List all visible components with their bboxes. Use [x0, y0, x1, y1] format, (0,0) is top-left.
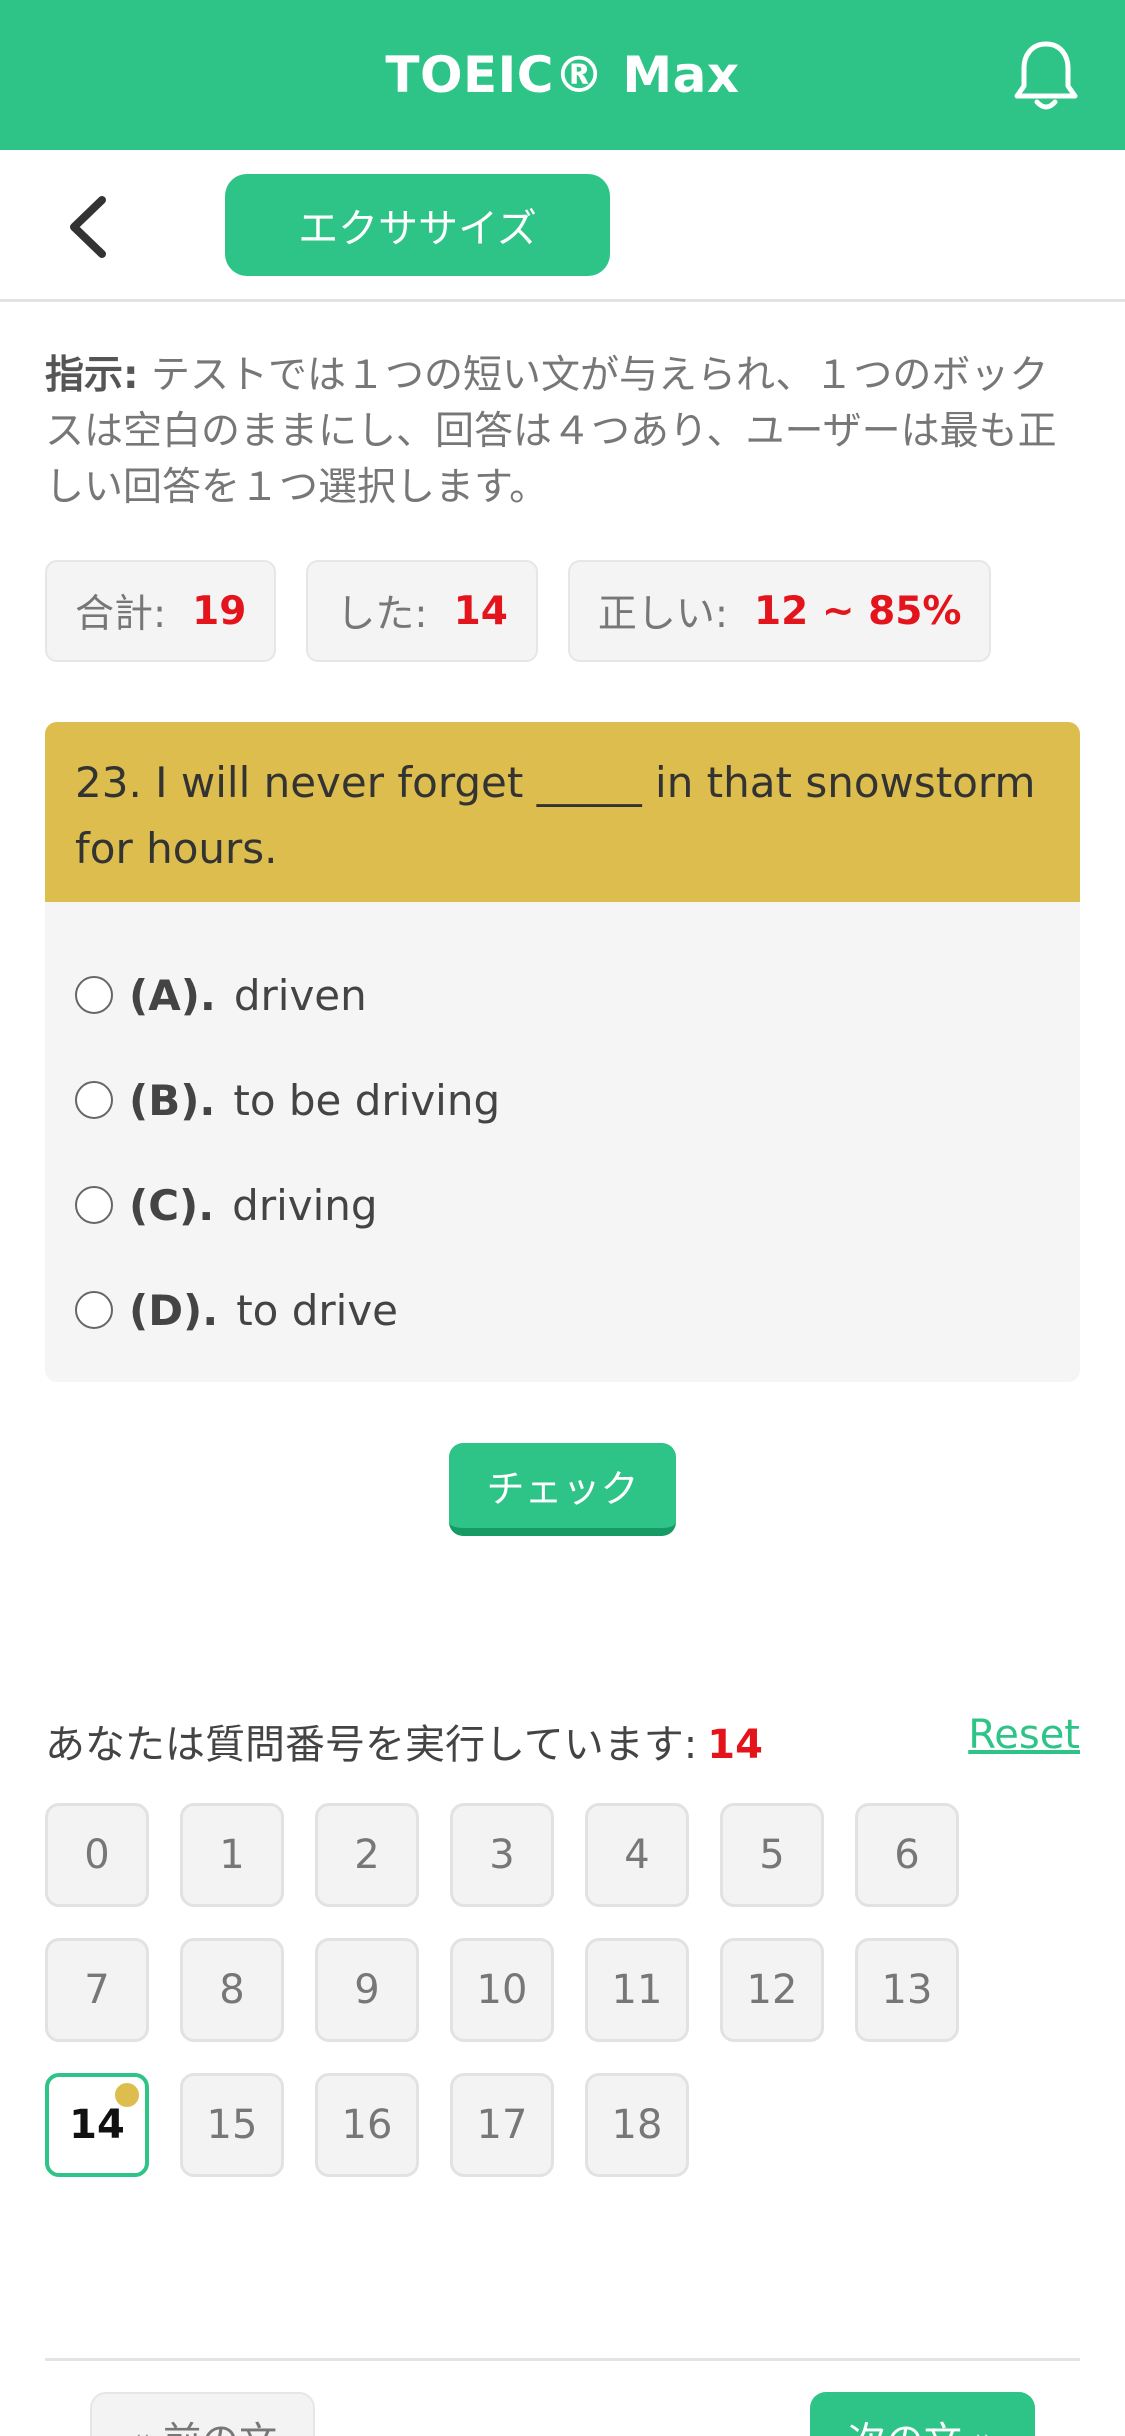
question-number-3[interactable]: 3 — [450, 1803, 554, 1907]
option-label: (D). — [129, 1285, 219, 1335]
question-number-label: 12 — [746, 1967, 798, 2013]
option-c[interactable]: (C). driving — [75, 1170, 378, 1240]
question-number-label: 2 — [354, 1832, 380, 1878]
question-number-5[interactable]: 5 — [720, 1803, 824, 1907]
question-number-label: 7 — [84, 1967, 110, 2013]
question-number-8[interactable]: 8 — [180, 1938, 284, 2042]
option-label: (A). — [129, 970, 216, 1020]
question-number-label: 0 — [84, 1832, 110, 1878]
radio-button[interactable] — [75, 976, 113, 1014]
question-number-label: 17 — [476, 2102, 528, 2148]
question-number-16[interactable]: 16 — [315, 2073, 419, 2177]
question-number-12[interactable]: 12 — [720, 1938, 824, 2042]
tab-exercise[interactable]: エクササイズ — [225, 174, 610, 276]
reset-link[interactable]: Reset — [968, 1712, 1080, 1758]
stats-row: 合計: 19 した: 14 正しい: 12 ~ 85% — [45, 560, 992, 662]
sub-header: エクササイズ — [0, 150, 1125, 302]
question-number-0[interactable]: 0 — [45, 1803, 149, 1907]
question-number-18[interactable]: 18 — [585, 2073, 689, 2177]
option-text: driven — [233, 970, 367, 1020]
question-number-label: 8 — [219, 1967, 245, 2013]
stat-correct-label: 正しい: — [597, 592, 728, 637]
option-b[interactable]: (B). to be driving — [75, 1065, 500, 1135]
check-button[interactable]: チェック — [449, 1443, 676, 1536]
question-number-label: 9 — [354, 1967, 380, 2013]
radio-button[interactable] — [75, 1291, 113, 1329]
progress-current: 14 — [707, 1722, 763, 1768]
question-number-11[interactable]: 11 — [585, 1938, 689, 2042]
question-number-label: 15 — [206, 2102, 258, 2148]
question-number-label: 11 — [611, 1967, 663, 2013]
option-text: to drive — [236, 1285, 399, 1335]
progress-text: あなたは質問番号を実行しています: 14 — [45, 1712, 763, 1770]
chevron-left-icon[interactable] — [60, 192, 120, 262]
radio-button[interactable] — [75, 1186, 113, 1224]
question-number-9[interactable]: 9 — [315, 1938, 419, 2042]
question-number-10[interactable]: 10 — [450, 1938, 554, 2042]
next-sentence-button[interactable]: 次の文 » — [810, 2392, 1035, 2436]
option-label: (B). — [129, 1075, 216, 1125]
question-number-17[interactable]: 17 — [450, 2073, 554, 2177]
question-number-2[interactable]: 2 — [315, 1803, 419, 1907]
question-number-label: 4 — [624, 1832, 650, 1878]
question-text: 23. I will never forget _____ in that sn… — [45, 722, 1080, 902]
stat-total-value: 19 — [192, 588, 247, 634]
question-number-13[interactable]: 13 — [855, 1938, 959, 2042]
progress-label: あなたは質問番号を実行しています: — [45, 1722, 698, 1768]
question-number-6[interactable]: 6 — [855, 1803, 959, 1907]
question-number-15[interactable]: 15 — [180, 2073, 284, 2177]
question-number-label: 5 — [759, 1832, 785, 1878]
app-title: TOEIC® Max — [385, 46, 740, 104]
question-number-label: 6 — [894, 1832, 920, 1878]
bell-icon[interactable] — [1011, 38, 1081, 114]
stat-correct-value: 12 ~ 85% — [753, 588, 962, 634]
option-d[interactable]: (D). to drive — [75, 1275, 398, 1345]
stat-total: 合計: 19 — [45, 560, 277, 662]
stat-total-label: 合計: — [75, 592, 167, 637]
question-number-label: 13 — [881, 1967, 933, 2013]
stat-done-value: 14 — [453, 588, 508, 634]
question-card: 23. I will never forget _____ in that sn… — [45, 722, 1080, 1382]
instructions: 指示: テストでは１つの短い文が与えられ、１つのボックスは空白のままにし、回答は… — [45, 348, 1080, 516]
option-label: (C). — [129, 1180, 215, 1230]
option-text: to be driving — [233, 1075, 501, 1125]
question-number-label: 1 — [219, 1832, 245, 1878]
option-a[interactable]: (A). driven — [75, 960, 367, 1030]
question-number-label: 14 — [69, 2102, 125, 2148]
stat-correct: 正しい: 12 ~ 85% — [567, 560, 992, 662]
stat-done: した: 14 — [306, 560, 538, 662]
question-number-label: 10 — [476, 1967, 528, 2013]
current-indicator-dot — [115, 2083, 139, 2107]
question-number-label: 3 — [489, 1832, 515, 1878]
question-number-label: 18 — [611, 2102, 663, 2148]
radio-button[interactable] — [75, 1081, 113, 1119]
question-number-label: 16 — [341, 2102, 393, 2148]
question-number-7[interactable]: 7 — [45, 1938, 149, 2042]
question-number-1[interactable]: 1 — [180, 1803, 284, 1907]
instructions-label: 指示: — [45, 353, 139, 398]
option-text: driving — [232, 1180, 378, 1230]
prev-sentence-button[interactable]: « 前の文 — [90, 2392, 315, 2436]
top-app-bar: TOEIC® Max — [0, 0, 1125, 150]
stat-done-label: した: — [336, 592, 428, 637]
divider — [45, 2358, 1080, 2361]
question-number-4[interactable]: 4 — [585, 1803, 689, 1907]
question-number-14[interactable]: 14 — [45, 2073, 149, 2177]
instructions-text: テストでは１つの短い文が与えられ、１つのボックスは空白のままにし、回答は４つあり… — [45, 353, 1057, 510]
